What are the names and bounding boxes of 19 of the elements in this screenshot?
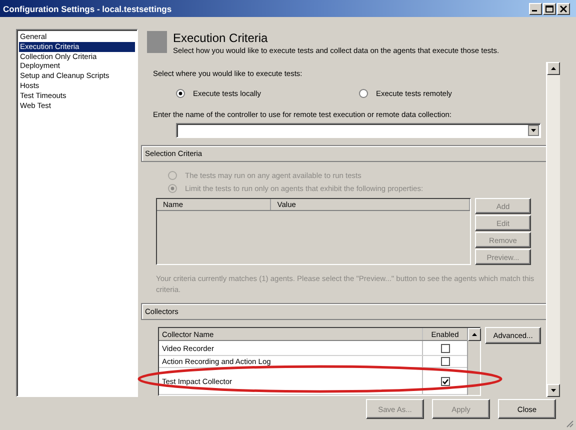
page-title: Execution Criteria [173,31,269,45]
radio-button[interactable] [176,89,185,98]
controller-combo-box[interactable] [176,123,541,138]
maximize-button[interactable] [543,2,556,14]
window-title: Configuration Settings - local.testsettings [3,4,173,14]
page-icon [147,31,167,53]
resize-grip-icon[interactable] [565,419,574,428]
minimize-button[interactable] [529,2,542,14]
scroll-down-button[interactable] [547,384,560,397]
checkbox[interactable] [440,344,450,352]
close-icon [559,4,568,12]
maximize-icon [545,4,554,12]
scrollbar[interactable] [546,62,560,397]
checkbox[interactable] [440,376,450,386]
scroll-up-button[interactable] [468,328,481,341]
checkbox[interactable] [440,357,450,366]
close-button[interactable] [557,2,570,14]
radio-button[interactable] [359,89,368,98]
scroll-up-button[interactable] [547,62,560,75]
